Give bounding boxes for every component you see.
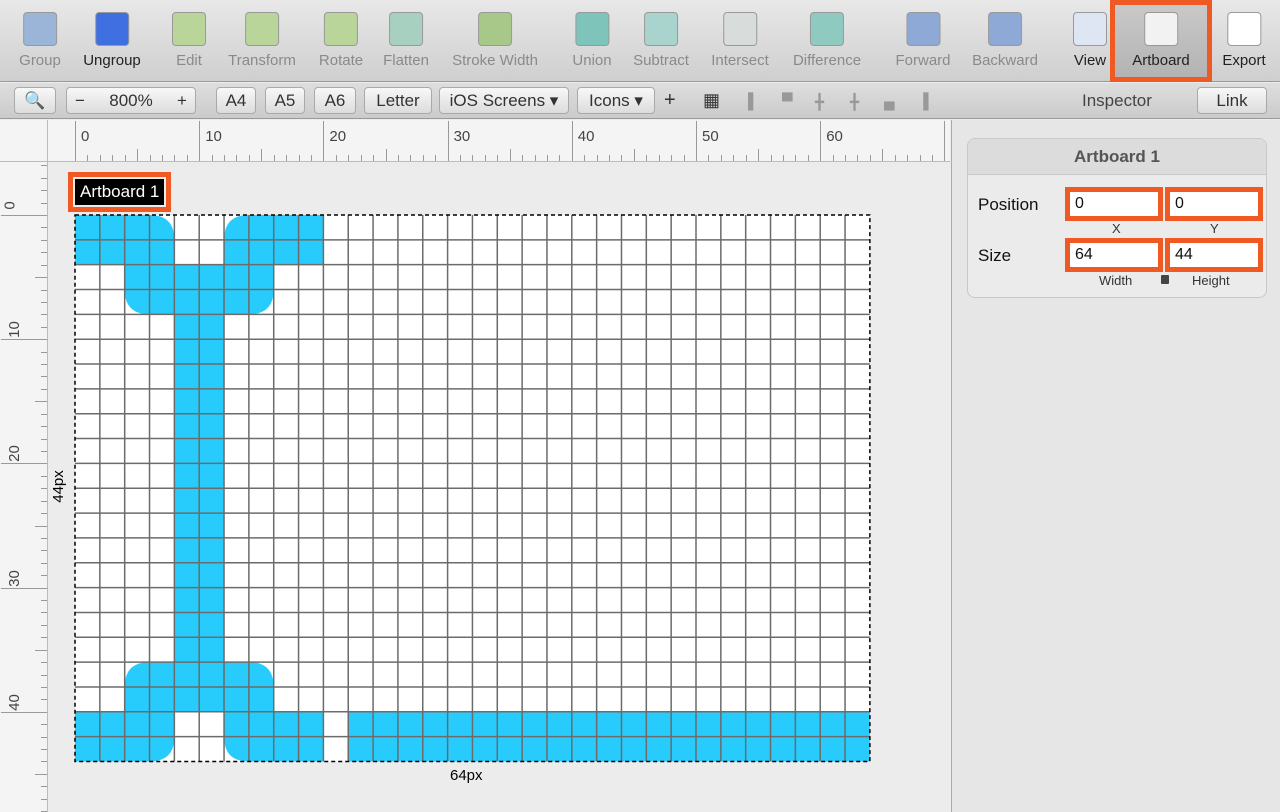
forward-icon: [905, 12, 940, 46]
intersect-button[interactable]: Intersect: [711, 8, 769, 69]
size-label: Size: [978, 246, 1012, 265]
position-y-field[interactable]: 0: [1165, 187, 1263, 221]
edit-button[interactable]: Edit: [172, 8, 206, 69]
difference-button[interactable]: Difference: [793, 8, 861, 69]
toolbar-label: View: [1073, 52, 1107, 69]
toolbar-label: Backward: [972, 52, 1038, 69]
toolbar-label: Ungroup: [83, 52, 141, 69]
inspector-title: Artboard 1: [968, 139, 1266, 175]
flatten-button[interactable]: Flatten: [383, 8, 429, 69]
artboard-properties-card: Artboard 1 Position 0 0 X Y Size 64 44 W…: [967, 138, 1267, 298]
artboard-button[interactable]: Artboard: [1132, 8, 1190, 69]
y-label: Y: [1210, 221, 1219, 236]
subtract-icon: [644, 12, 678, 46]
inspector-panel: Artboard 1 Position 0 0 X Y Size 64 44 W…: [951, 120, 1280, 812]
stroke-width-button[interactable]: Stroke Width: [452, 8, 538, 69]
artboard-icon: [1143, 12, 1178, 46]
artboard-width-label: 64px: [450, 767, 483, 784]
toolbar-label: Transform: [228, 52, 296, 69]
artboard[interactable]: [0, 0, 952, 812]
width-label: Width: [1099, 273, 1133, 288]
height-field[interactable]: 44: [1165, 238, 1263, 272]
lock-icon[interactable]: [1161, 275, 1169, 284]
toolbar-label: Stroke Width: [452, 52, 538, 69]
difference-icon: [810, 12, 844, 46]
group-icon: [22, 12, 57, 46]
export-icon: [1226, 12, 1261, 46]
link-button[interactable]: Link: [1197, 87, 1267, 114]
transform-button[interactable]: Transform: [228, 8, 296, 69]
toolbar-label: Flatten: [383, 52, 429, 69]
union-button[interactable]: Union: [572, 8, 612, 69]
rotate-button[interactable]: Rotate: [319, 8, 363, 69]
ungroup-icon: [94, 12, 129, 46]
toolbar-label: Forward: [895, 52, 951, 69]
view-button[interactable]: View: [1073, 8, 1107, 69]
edit-icon: [172, 12, 206, 46]
position-label: Position: [978, 195, 1039, 214]
toolbar-label: Export: [1222, 52, 1266, 69]
artboard-height-label: 44px: [49, 470, 67, 503]
toolbar-label: Artboard: [1132, 52, 1190, 69]
forward-button[interactable]: Forward: [895, 8, 951, 69]
subtract-button[interactable]: Subtract: [633, 8, 689, 69]
flatten-icon: [388, 12, 423, 46]
toolbar-label: Subtract: [633, 52, 689, 69]
export-button[interactable]: Export: [1222, 8, 1266, 69]
inspector-label: Inspector: [1082, 91, 1152, 110]
group-button[interactable]: Group: [19, 8, 61, 69]
toolbar-label: Difference: [792, 52, 862, 69]
height-label: Height: [1192, 273, 1230, 288]
transform-icon: [244, 12, 279, 46]
backward-icon: [987, 12, 1022, 46]
position-x-field[interactable]: 0: [1065, 187, 1163, 221]
intersect-icon: [723, 12, 757, 46]
width-field[interactable]: 64: [1065, 238, 1163, 272]
artboard-name-label[interactable]: Artboard 1: [75, 179, 165, 205]
backward-button[interactable]: Backward: [972, 8, 1038, 69]
toolbar-label: Union: [572, 52, 612, 69]
view-icon: [1073, 12, 1107, 46]
x-label: X: [1112, 221, 1121, 236]
artboard-label-highlight[interactable]: Artboard 1: [68, 172, 172, 212]
toolbar-label: Group: [19, 52, 61, 69]
toolbar-label: Edit: [176, 52, 202, 69]
stroke-width-icon: [478, 12, 512, 46]
toolbar-label: Rotate: [318, 52, 364, 69]
rotate-icon: [323, 12, 358, 46]
ungroup-button[interactable]: Ungroup: [83, 8, 141, 69]
toolbar-label: Intersect: [711, 52, 769, 69]
union-icon: [574, 12, 609, 46]
